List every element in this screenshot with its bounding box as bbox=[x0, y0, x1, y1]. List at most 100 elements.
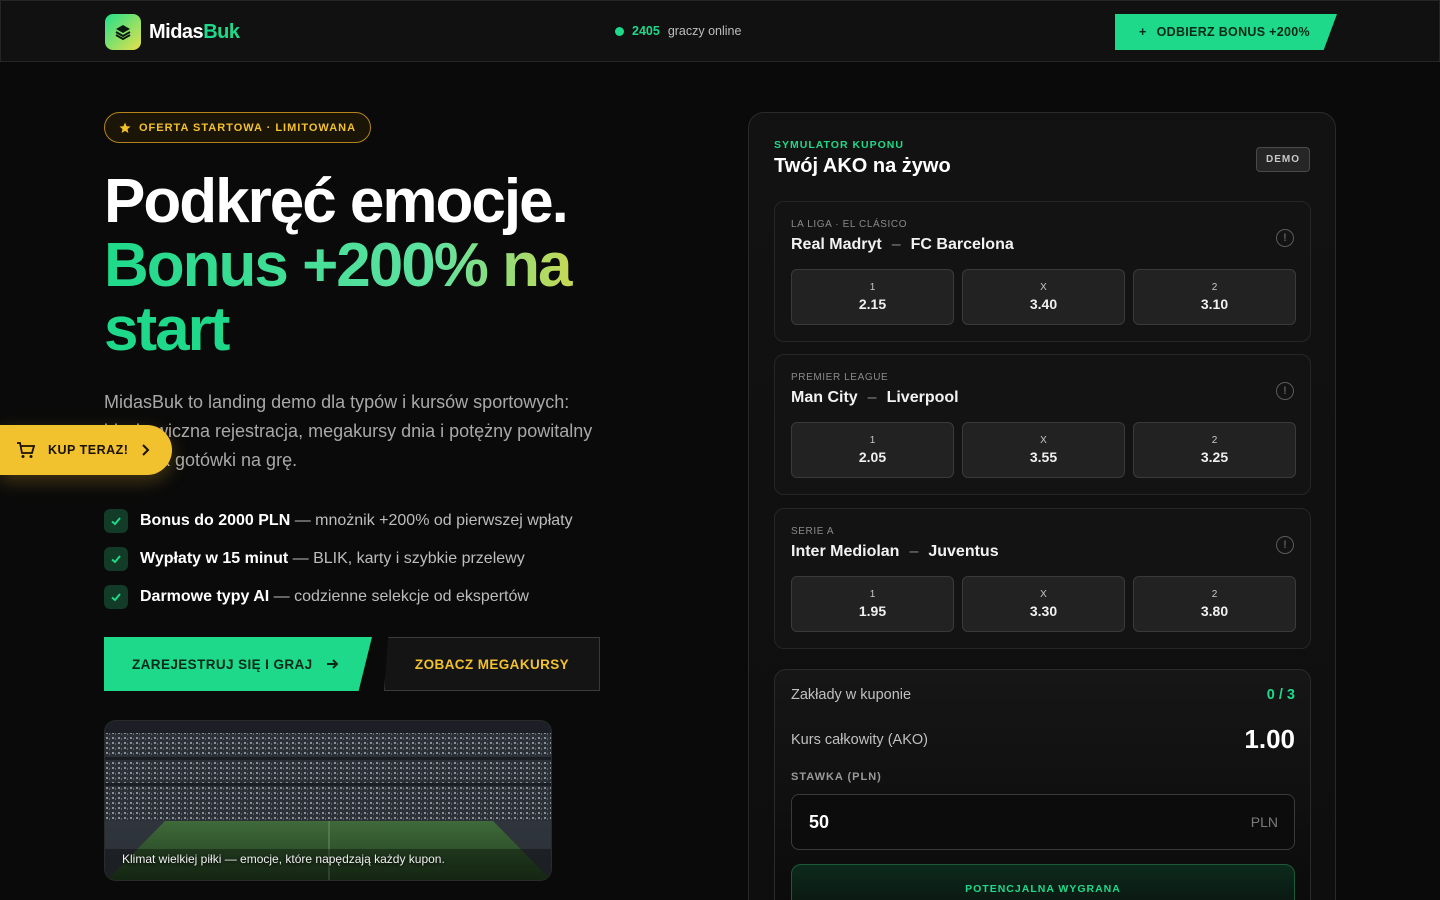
odd-button-home[interactable]: 1 2.15 bbox=[791, 269, 954, 325]
info-icon[interactable]: ! bbox=[1276, 536, 1294, 554]
home-team: Real Madryt bbox=[791, 236, 882, 253]
register-button[interactable]: ZAREJESTRUJ SIĘ I GRAJ bbox=[104, 637, 372, 691]
total-odds-label: Kurs całkowity (AKO) bbox=[791, 731, 928, 748]
odd-label: 1 bbox=[869, 435, 876, 446]
away-team: Juventus bbox=[928, 543, 999, 560]
arrow-right-icon bbox=[326, 659, 339, 669]
feature-item: Wypłaty w 15 minut — BLIK, karty i szybk… bbox=[104, 540, 573, 578]
teams-separator: – bbox=[867, 389, 877, 406]
potential-win-label: POTENCJALNA WYGRANA bbox=[965, 883, 1121, 895]
feature-text: — mnożnik +200% od pierwszej wpłaty bbox=[290, 512, 573, 529]
hero-title-line3: start bbox=[104, 295, 230, 364]
photo-caption: Klimat wielkiej piłki — emocje, które na… bbox=[122, 852, 445, 866]
odds-row: 1 2.15 X 3.40 2 3.10 bbox=[791, 269, 1296, 325]
odd-value: 3.55 bbox=[1029, 449, 1058, 465]
claim-bonus-label: ODBIERZ BONUS +200% bbox=[1156, 25, 1310, 39]
stake-value: 50 bbox=[809, 811, 830, 832]
match-card: PREMIER LEAGUE Man City – Liverpool ! 12… bbox=[774, 354, 1311, 495]
buy-now-button[interactable]: KUP TERAZ! bbox=[0, 425, 172, 475]
odd-label: X bbox=[1040, 282, 1047, 293]
odd-value: 3.80 bbox=[1200, 603, 1229, 619]
odd-button-draw[interactable]: X 3.55 bbox=[962, 422, 1125, 478]
hero-description: MidasBuk to landing demo dla typów i kur… bbox=[104, 392, 593, 470]
demo-badge: DEMO bbox=[1256, 147, 1310, 172]
odd-value: 1.95 bbox=[858, 603, 887, 619]
feature-item: Darmowe typy AI — codzienne selekcje od … bbox=[104, 578, 573, 616]
odd-label: X bbox=[1040, 589, 1047, 600]
home-team: Man City bbox=[791, 389, 858, 406]
feature-list: Bonus do 2000 PLN — mnożnik +200% od pie… bbox=[104, 502, 573, 616]
stadium-photo: Klimat wielkiej piłki — emocje, które na… bbox=[104, 720, 552, 881]
feature-item: Bonus do 2000 PLN — mnożnik +200% od pie… bbox=[104, 502, 573, 540]
total-odds-value: 1.00 bbox=[1244, 724, 1295, 754]
info-icon[interactable]: ! bbox=[1276, 229, 1294, 247]
odd-value: 2.05 bbox=[858, 449, 887, 465]
hero-title: Podkręć emocje. Bonus +200% na start bbox=[104, 170, 704, 362]
feature-text: — BLIK, karty i szybkie przelewy bbox=[288, 550, 525, 567]
coupon-simulator: SYMULATOR KUPONU Twój AKO na żywo DEMO L… bbox=[748, 112, 1336, 900]
odd-button-draw[interactable]: X 3.40 bbox=[962, 269, 1125, 325]
bets-count-label: Zakłady w kuponie bbox=[791, 687, 912, 703]
star-icon bbox=[119, 122, 131, 133]
offer-pill-label: OFERTA STARTOWA · LIMITOWANA bbox=[139, 121, 357, 134]
info-icon[interactable]: ! bbox=[1276, 382, 1294, 400]
buy-now-label: KUP TERAZ! bbox=[48, 443, 129, 457]
hero-title-line1: Podkręć emocje. bbox=[104, 167, 569, 236]
odd-label: X bbox=[1040, 435, 1047, 446]
chevron-right-icon bbox=[142, 444, 150, 456]
hero-title-line2: Bonus +200% na bbox=[104, 234, 704, 298]
match-league: SERIE A bbox=[791, 526, 835, 537]
bet-slip: Zakłady w kuponie 0 / 3 Kurs całkowity (… bbox=[774, 669, 1311, 900]
check-icon bbox=[104, 509, 128, 533]
odd-button-away[interactable]: 2 3.10 bbox=[1133, 269, 1296, 325]
odd-button-draw[interactable]: X 3.30 bbox=[962, 576, 1125, 632]
odd-label: 2 bbox=[1211, 282, 1218, 293]
bets-count-value: 0 / 3 bbox=[1266, 687, 1295, 703]
potential-win-box: POTENCJALNA WYGRANA bbox=[791, 864, 1295, 900]
cart-icon bbox=[17, 442, 36, 458]
teams-separator: – bbox=[909, 543, 919, 560]
match-league: PREMIER LEAGUE bbox=[791, 372, 889, 383]
stake-currency: PLN bbox=[1250, 814, 1278, 830]
feature-title: Wypłaty w 15 minut bbox=[140, 550, 289, 567]
odd-button-home[interactable]: 1 1.95 bbox=[791, 576, 954, 632]
brand-logo[interactable]: MidasBuk bbox=[105, 14, 240, 50]
feature-title: Bonus do 2000 PLN bbox=[140, 512, 291, 529]
odds-row: 1 1.95 X 3.30 2 3.80 bbox=[791, 576, 1296, 632]
match-card: SERIE A Inter Mediolan – Juventus ! 1 1.9… bbox=[774, 508, 1311, 649]
panel-kicker: SYMULATOR KUPONU bbox=[774, 139, 904, 151]
register-button-label: ZAREJESTRUJ SIĘ I GRAJ bbox=[132, 656, 313, 672]
stake-label: STAWKA (PLN) bbox=[791, 771, 882, 783]
bets-count-row: Zakłady w kuponie 0 / 3 bbox=[791, 687, 1295, 703]
match-teams: Man City – Liverpool bbox=[791, 389, 959, 407]
odd-label: 1 bbox=[869, 282, 876, 293]
home-team: Inter Mediolan bbox=[791, 543, 900, 560]
megakursy-button[interactable]: ZOBACZ MEGAKURSY bbox=[384, 637, 600, 691]
online-indicator: 2405 graczy online bbox=[615, 24, 741, 38]
odd-button-away[interactable]: 2 3.25 bbox=[1133, 422, 1296, 478]
odd-button-home[interactable]: 1 2.05 bbox=[791, 422, 954, 478]
plus-icon: + bbox=[1139, 25, 1147, 39]
logo-icon bbox=[105, 14, 141, 50]
odds-row: 1 2.05 X 3.55 2 3.25 bbox=[791, 422, 1296, 478]
odd-button-away[interactable]: 2 3.80 bbox=[1133, 576, 1296, 632]
online-dot-icon bbox=[615, 26, 624, 36]
claim-bonus-button[interactable]: + ODBIERZ BONUS +200% bbox=[1115, 14, 1337, 50]
odd-label: 2 bbox=[1211, 435, 1218, 446]
site-header: MidasBuk 2405 graczy online + ODBIERZ BO… bbox=[0, 0, 1440, 62]
match-teams: Real Madryt – FC Barcelona bbox=[791, 236, 1014, 254]
teams-separator: – bbox=[891, 236, 901, 253]
feature-text: — codzienne selekcje od ekspertów bbox=[269, 588, 529, 605]
feature-title: Darmowe typy AI bbox=[140, 588, 270, 605]
panel-title: Twój AKO na żywo bbox=[774, 155, 951, 177]
online-count: 2405 bbox=[632, 24, 660, 38]
odd-value: 3.25 bbox=[1200, 449, 1229, 465]
away-team: FC Barcelona bbox=[910, 236, 1014, 253]
stake-input[interactable]: 50 PLN bbox=[791, 794, 1295, 850]
odd-value: 3.40 bbox=[1029, 296, 1058, 312]
check-icon bbox=[104, 585, 128, 609]
odd-value: 3.30 bbox=[1029, 603, 1058, 619]
offer-pill: OFERTA STARTOWA · LIMITOWANA bbox=[104, 112, 372, 143]
match-card: LA LIGA · EL CLÁSICO Real Madryt – FC Ba… bbox=[774, 201, 1311, 342]
odd-label: 1 bbox=[869, 589, 876, 600]
